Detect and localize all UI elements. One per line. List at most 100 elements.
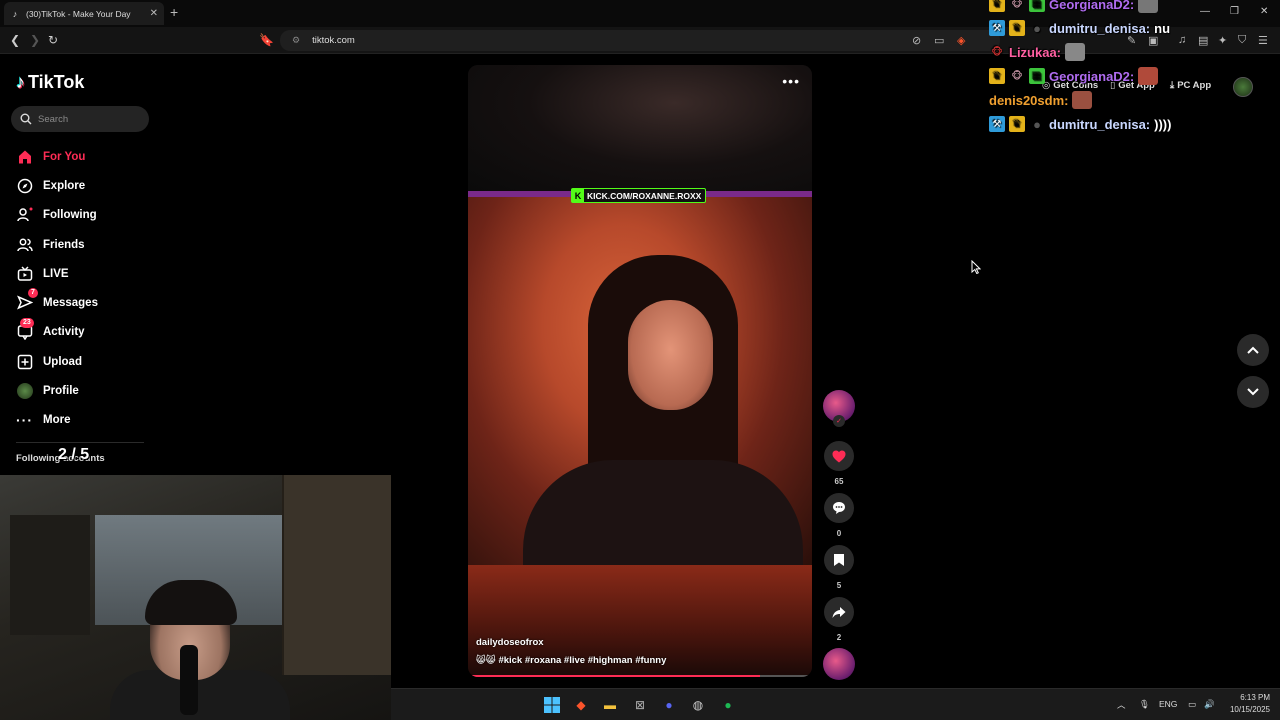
webcam-overlay (0, 475, 391, 720)
sidebar-item-label: Upload (43, 355, 82, 368)
tiktok-logo[interactable]: ♪ TikTok (16, 72, 84, 93)
share-action[interactable]: 2 (822, 597, 856, 642)
like-action[interactable]: 65 (822, 441, 856, 486)
chat-username: dumitru_denisa: (1049, 20, 1151, 36)
friends-icon (16, 236, 33, 253)
chat-message: ⚒ ♛ ● dumitru_denisa: )))) (989, 112, 1279, 136)
next-video-button[interactable] (1237, 376, 1269, 408)
search-input[interactable]: Search (11, 106, 149, 132)
hammer-badge-icon: ⚒ (989, 20, 1005, 36)
monkey-badge-icon: 🐵 (1011, 0, 1023, 10)
spotify-icon[interactable]: ● (719, 696, 737, 714)
stream-counter-overlay: 2 / 5 (58, 446, 90, 463)
windows-start-icon[interactable] (543, 696, 561, 714)
compass-icon (16, 177, 33, 194)
sidebar-item-label: Messages (43, 297, 98, 310)
clock-time: 6:13 PM (1240, 693, 1270, 702)
url-bar[interactable]: ⚙ tiktok.com (280, 30, 1000, 51)
profile-avatar (16, 383, 33, 400)
video-person-face (628, 300, 713, 410)
network-icon[interactable]: ▭ (1188, 699, 1196, 710)
obs-icon[interactable]: ◍ (689, 696, 707, 714)
forward-button[interactable]: ❯ (30, 33, 40, 47)
save-action[interactable]: 5 (822, 545, 856, 590)
brand-name: TikTok (28, 72, 85, 92)
chat-username: denis20sdm: (989, 92, 1069, 108)
language-indicator[interactable]: ENG (1159, 699, 1177, 709)
more-icon: ··· (16, 412, 33, 429)
tiktok-note-icon: ♪ (16, 72, 25, 92)
sidebar-item-label: LIVE (43, 267, 69, 280)
close-tab-icon[interactable]: ✕ (150, 8, 158, 19)
previous-video-button[interactable] (1237, 334, 1269, 366)
chat-message: 🐵 Lizukaa: (989, 40, 1279, 64)
site-info-icon[interactable]: ⚙ (292, 35, 300, 46)
video-actions: ✓ 65 0 5 2 (822, 390, 856, 680)
sidebar-item-friends[interactable]: Friends (16, 230, 98, 259)
stream-chat-overlay: ♛ 🐵 ▦ GeorgianaD2: ⚒ ♛ ● dumitru_denisa:… (989, 0, 1279, 136)
video-author[interactable]: dailydoseofrox (476, 637, 544, 648)
comment-icon[interactable] (824, 493, 854, 523)
brave-browser-icon[interactable]: ◆ (572, 696, 590, 714)
sidebar-item-following[interactable]: Following (16, 201, 98, 230)
follow-check-icon[interactable]: ✓ (833, 415, 845, 427)
video-progress-fill (468, 675, 761, 677)
sidebar-item-for-you[interactable]: For You (16, 142, 98, 171)
sidebar-item-activity[interactable]: 23 Activity (16, 317, 98, 347)
browser-tab[interactable]: ♪ (30)TikTok - Make Your Day ✕ (4, 2, 164, 25)
chat-username: Lizukaa: (1009, 44, 1062, 60)
comment-count: 0 (836, 529, 842, 538)
video-more-options-icon[interactable]: ••• (782, 73, 800, 89)
video-progress-bar[interactable] (468, 675, 812, 677)
reader-icon[interactable]: ▭ (934, 34, 944, 47)
crown-badge-icon: ♛ (1009, 20, 1025, 36)
chevron-up-icon (1247, 346, 1259, 354)
share-icon[interactable] (824, 597, 854, 627)
following-icon (16, 207, 33, 224)
sidebar-item-messages[interactable]: 7 Messages (16, 288, 98, 317)
bookmark-icon[interactable]: 🔖 (259, 33, 274, 47)
sidebar-item-explore[interactable]: Explore (16, 171, 98, 200)
taskbar-clock[interactable]: 6:13 PM 10/15/2025 (1222, 692, 1270, 716)
sidebar-item-label: Explore (43, 179, 86, 192)
video-top-blur (468, 65, 812, 192)
hammer-badge-icon: ⚒ (989, 116, 1005, 132)
sound-disc-avatar[interactable] (823, 648, 855, 680)
like-count: 65 (834, 477, 844, 486)
file-explorer-icon[interactable]: ▬ (601, 696, 619, 714)
video-caption[interactable]: 😸😸 #kick #roxana #live #highman #funny (476, 655, 666, 666)
chat-username: GeorgianaD2: (1049, 0, 1135, 12)
brave-shield-icon[interactable]: ◈ (957, 34, 965, 47)
crown-badge-icon: ♛ (989, 0, 1005, 12)
creator-avatar[interactable]: ✓ (823, 390, 855, 427)
no-tracking-icon[interactable]: ⊘ (912, 34, 921, 47)
chat-message: ♛ 🐵 ▦ GeorgianaD2: (989, 0, 1279, 16)
gift-badge-icon: ▦ (1029, 68, 1045, 84)
volume-icon[interactable]: 🔊 (1204, 699, 1215, 710)
sidebar-item-more[interactable]: ··· More (16, 406, 98, 435)
sidebar-item-profile[interactable]: Profile (16, 376, 98, 405)
sidebar-item-upload[interactable]: Upload (16, 347, 98, 376)
chat-emote (1138, 0, 1159, 13)
chat-message: denis20sdm: (989, 88, 1279, 112)
back-button[interactable]: ❮ (10, 33, 20, 47)
search-placeholder: Search (38, 113, 69, 125)
video-player[interactable]: K KICK.COM/ROXANNE.ROXX ••• dailydoseofr… (468, 65, 812, 677)
microphone-icon[interactable]: 🎙 (1139, 699, 1150, 710)
reload-button[interactable]: ↻ (48, 33, 58, 47)
video-person-shirt (523, 460, 803, 570)
discord-icon[interactable]: ● (660, 696, 678, 714)
bookmark-icon[interactable] (824, 545, 854, 575)
url-text: tiktok.com (312, 35, 355, 46)
sidebar-item-live[interactable]: LIVE (16, 259, 98, 288)
comment-action[interactable]: 0 (822, 493, 856, 538)
xbox-app-icon[interactable]: ⊠ (631, 696, 649, 714)
webcam-cabinet (282, 475, 391, 675)
sidebar-item-label: Activity (43, 326, 85, 339)
chat-username: GeorgianaD2: (1049, 68, 1135, 84)
heart-icon[interactable] (824, 441, 854, 471)
gift-badge-icon: ▦ (1029, 0, 1045, 12)
new-tab-button[interactable]: + (170, 4, 178, 20)
show-hidden-icons-chevron[interactable]: ︿ (1117, 699, 1126, 711)
sidebar-nav: For You Explore Following Friends LIVE 7… (16, 142, 98, 435)
